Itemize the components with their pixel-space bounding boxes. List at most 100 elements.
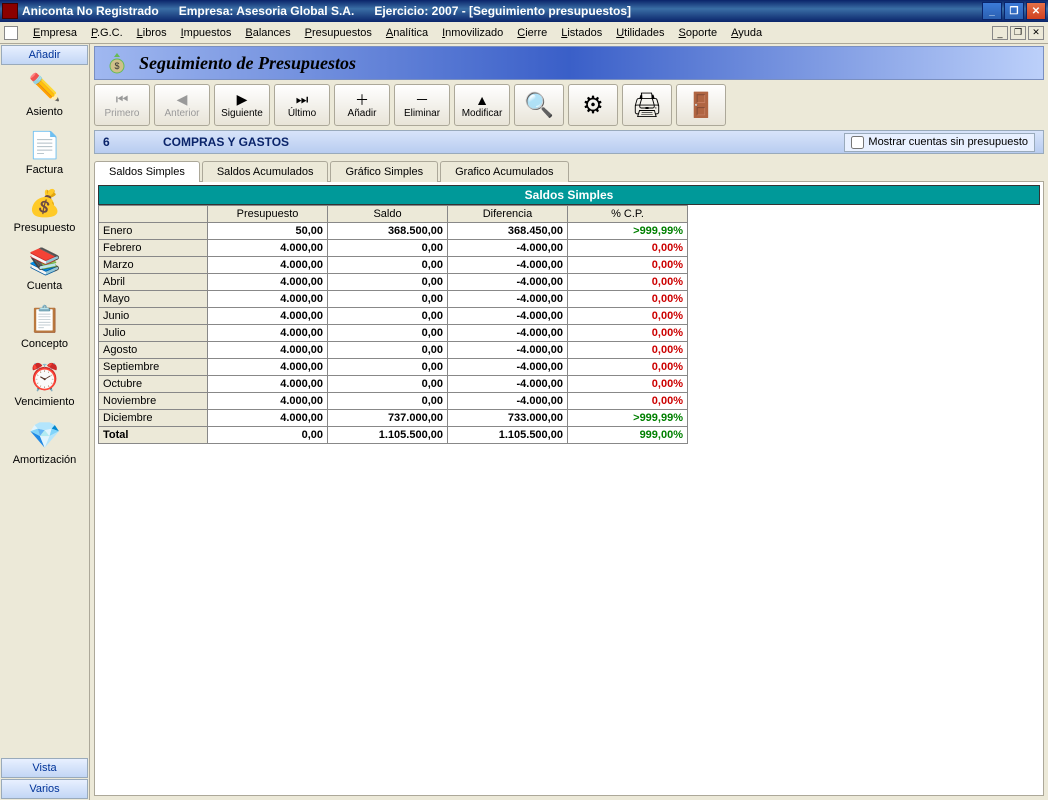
table-row[interactable]: Junio4.000,000,00-4.000,000,00% (99, 308, 688, 325)
diferencia-cell: -4.000,00 (448, 257, 568, 274)
saldo-cell: 0,00 (328, 325, 448, 342)
table-row[interactable]: Octubre4.000,000,00-4.000,000,00% (99, 376, 688, 393)
menu-analtica[interactable]: Analítica (379, 25, 435, 41)
factura-icon: 📄 (29, 130, 61, 162)
menu-listados[interactable]: Listados (554, 25, 609, 41)
modificar-button[interactable]: ▲Modificar (454, 84, 510, 126)
month-cell: Septiembre (99, 359, 208, 376)
month-cell: Octubre (99, 376, 208, 393)
saldo-cell: 0,00 (328, 291, 448, 308)
siguiente-button[interactable]: ▶Siguiente (214, 84, 270, 126)
table-row[interactable]: Enero50,00368.500,00368.450,00>999,99% (99, 223, 688, 240)
pct-cell: 0,00% (567, 393, 687, 410)
tab-gráfico-simples[interactable]: Gráfico Simples (330, 161, 438, 182)
pct-cell: 0,00% (567, 342, 687, 359)
saldo-cell: 737.000,00 (328, 410, 448, 427)
pct-cell: 0,00% (567, 274, 687, 291)
sidebar-item-presupuesto[interactable]: 💰Presupuesto (0, 182, 89, 240)
sidebar-item-amortización[interactable]: 💎Amortización (0, 414, 89, 472)
asiento-icon: ✏️ (29, 72, 61, 104)
sidebar-item-factura[interactable]: 📄Factura (0, 124, 89, 182)
document-header: $ Seguimiento de Presupuestos (94, 46, 1044, 80)
table-row[interactable]: Abril4.000,000,00-4.000,000,00% (99, 274, 688, 291)
menu-libros[interactable]: Libros (130, 25, 174, 41)
menu-utilidades[interactable]: Utilidades (609, 25, 671, 41)
menu-ayuda[interactable]: Ayuda (724, 25, 769, 41)
show-accounts-checkbox[interactable] (851, 136, 864, 149)
menu-balances[interactable]: Balances (238, 25, 297, 41)
saldo-cell: 0,00 (328, 376, 448, 393)
mdi-restore-button[interactable]: ❐ (1010, 26, 1026, 40)
eliminar-button[interactable]: －Eliminar (394, 84, 450, 126)
titlebar-empresa: Empresa: Asesoria Global S.A. (179, 4, 375, 18)
menu-inmovilizado[interactable]: Inmovilizado (435, 25, 510, 41)
presupuesto-cell: 4.000,00 (208, 240, 328, 257)
presupuesto-cell: 50,00 (208, 223, 328, 240)
sidebar-footer-vista[interactable]: Vista (1, 758, 88, 778)
menu-soporte[interactable]: Soporte (672, 25, 725, 41)
menu-impuestos[interactable]: Impuestos (174, 25, 239, 41)
anadir-button[interactable]: ＋Añadir (334, 84, 390, 126)
table-row[interactable]: Marzo4.000,000,00-4.000,000,00% (99, 257, 688, 274)
pct-cell: >999,99% (567, 223, 687, 240)
moneybag-icon: $ (105, 51, 129, 75)
maximize-button[interactable]: ❐ (1004, 2, 1024, 20)
menu-presupuestos[interactable]: Presupuestos (298, 25, 379, 41)
presupuesto-cell: 4.000,00 (208, 257, 328, 274)
table-row[interactable]: Mayo4.000,000,00-4.000,000,00% (99, 291, 688, 308)
month-cell: Febrero (99, 240, 208, 257)
table-row[interactable]: Diciembre4.000,00737.000,00733.000,00>99… (99, 410, 688, 427)
column-header: Presupuesto (208, 206, 328, 223)
close-button[interactable]: ✕ (1026, 2, 1046, 20)
mdi-close-button[interactable]: ✕ (1028, 26, 1044, 40)
sidebar: Añadir ✏️Asiento📄Factura💰Presupuesto📚Cue… (0, 44, 90, 800)
diferencia-cell: 1.105.500,00 (448, 427, 568, 444)
pct-cell: 0,00% (567, 240, 687, 257)
diferencia-cell: -4.000,00 (448, 376, 568, 393)
tab-saldos-acumulados[interactable]: Saldos Acumulados (202, 161, 329, 182)
table-row[interactable]: Noviembre4.000,000,00-4.000,000,00% (99, 393, 688, 410)
presupuesto-icon: 💰 (29, 188, 61, 220)
sidebar-header-anadir[interactable]: Añadir (1, 45, 88, 65)
settings-button[interactable]: ⚙ (568, 84, 618, 126)
ultimo-button[interactable]: ⏭Último (274, 84, 330, 126)
column-header: Saldo (328, 206, 448, 223)
window-titlebar: Aniconta No Registrado Empresa: Asesoria… (0, 0, 1048, 22)
saldo-cell: 0,00 (328, 308, 448, 325)
menu-cierre[interactable]: Cierre (510, 25, 554, 41)
diferencia-cell: -4.000,00 (448, 240, 568, 257)
saldo-cell: 0,00 (328, 274, 448, 291)
presupuesto-cell: 4.000,00 (208, 376, 328, 393)
document-title: Seguimiento de Presupuestos (139, 53, 356, 74)
sidebar-item-concepto[interactable]: 📋Concepto (0, 298, 89, 356)
content-area: $ Seguimiento de Presupuestos ⏮Primero ◀… (90, 44, 1048, 800)
presupuesto-cell: 4.000,00 (208, 393, 328, 410)
search-button[interactable]: 🔍 (514, 84, 564, 126)
table-row[interactable]: Febrero4.000,000,00-4.000,000,00% (99, 240, 688, 257)
presupuesto-cell: 0,00 (208, 427, 328, 444)
table-row[interactable]: Septiembre4.000,000,00-4.000,000,00% (99, 359, 688, 376)
sidebar-item-cuenta[interactable]: 📚Cuenta (0, 240, 89, 298)
budget-grid: PresupuestoSaldoDiferencia% C.P. Enero50… (98, 205, 688, 444)
sidebar-footer-varios[interactable]: Varios (1, 779, 88, 799)
sidebar-item-vencimiento[interactable]: ⏰Vencimiento (0, 356, 89, 414)
table-row[interactable]: Julio4.000,000,00-4.000,000,00% (99, 325, 688, 342)
table-row[interactable]: Agosto4.000,000,00-4.000,000,00% (99, 342, 688, 359)
menu-empresa[interactable]: Empresa (26, 25, 84, 41)
sidebar-item-asiento[interactable]: ✏️Asiento (0, 66, 89, 124)
menu-pgc[interactable]: P.G.C. (84, 25, 130, 41)
minimize-button[interactable]: _ (982, 2, 1002, 20)
mdi-minimize-button[interactable]: _ (992, 26, 1008, 40)
print-button[interactable]: 🖨 (622, 84, 672, 126)
last-icon: ⏭ (296, 92, 309, 108)
month-cell: Diciembre (99, 410, 208, 427)
tab-saldos-simples[interactable]: Saldos Simples (94, 161, 200, 182)
pct-cell: 0,00% (567, 291, 687, 308)
edit-icon: ▲ (475, 92, 489, 108)
tab-grafico-acumulados[interactable]: Grafico Acumulados (440, 161, 568, 182)
diferencia-cell: -4.000,00 (448, 359, 568, 376)
exit-button[interactable]: 🚪 (676, 84, 726, 126)
vencimiento-icon: ⏰ (29, 362, 61, 394)
show-accounts-checkbox-wrap[interactable]: Mostrar cuentas sin presupuesto (844, 133, 1035, 152)
printer-icon: 🖨 (632, 91, 662, 120)
